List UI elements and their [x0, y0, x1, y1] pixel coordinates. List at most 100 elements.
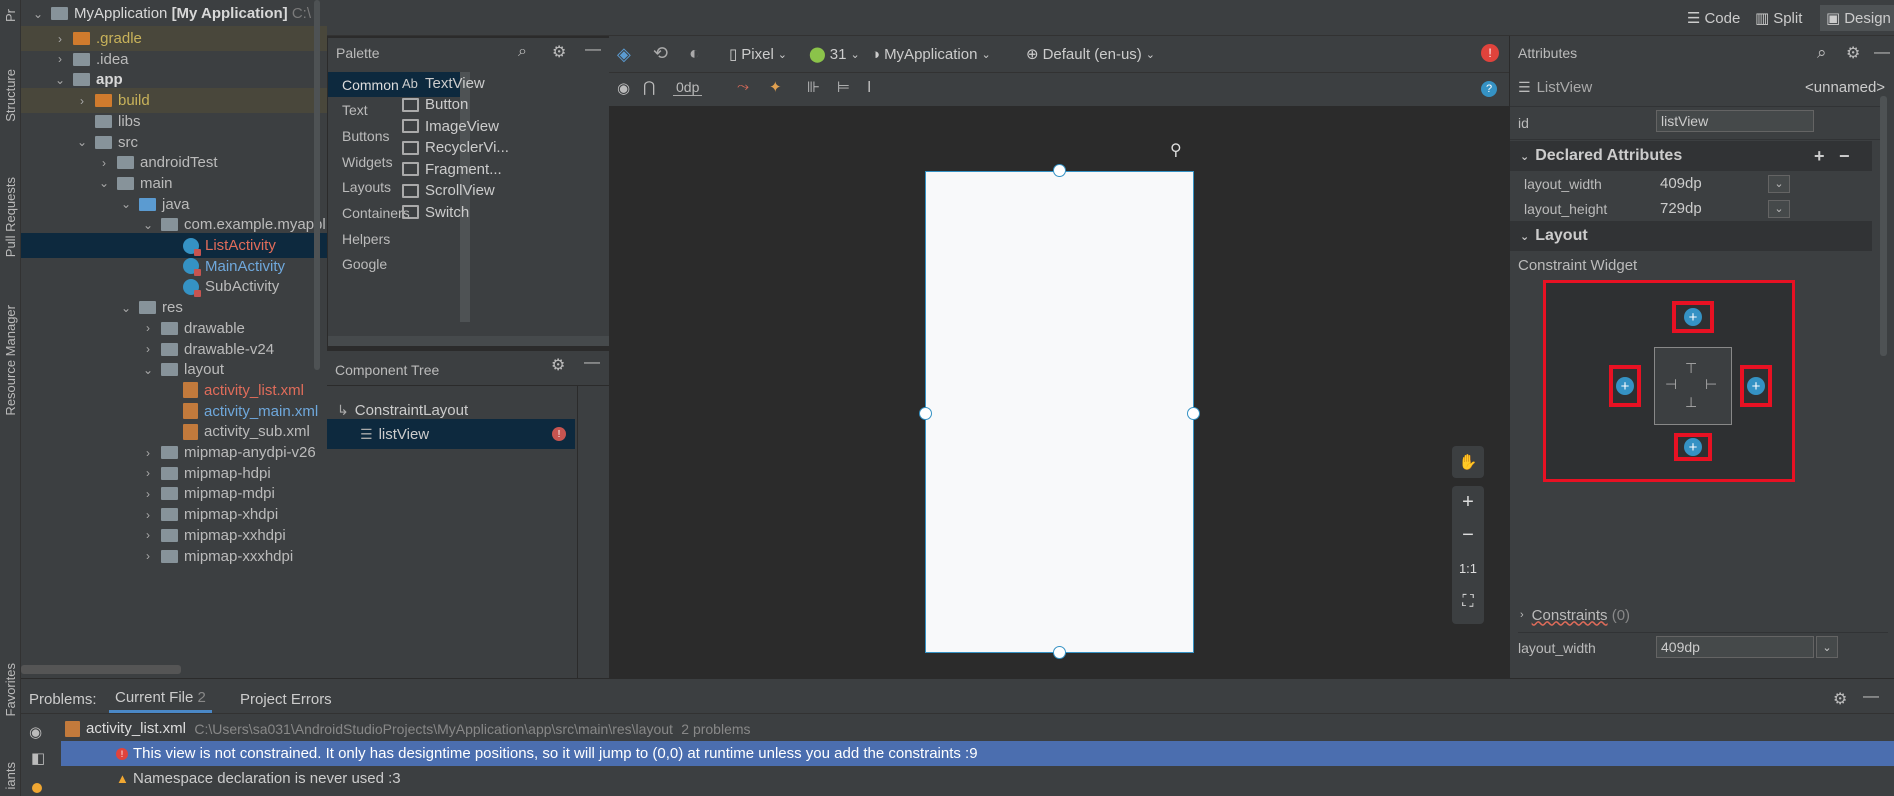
tree-root[interactable]: ⌄ MyApplication [My Application] C:\	[21, 1, 327, 26]
night-mode-icon[interactable]: ◐	[689, 43, 700, 64]
chevron-down-icon[interactable]: ⌄	[1768, 199, 1790, 218]
chevron-down-icon[interactable]: ⌄	[1816, 636, 1838, 658]
palette-category-google[interactable]: Google	[328, 252, 460, 277]
add-top-constraint-button[interactable]: +	[1672, 301, 1714, 333]
magnet-icon[interactable]: ⋂	[643, 78, 655, 96]
structure-tool-tab[interactable]: Structure	[0, 50, 21, 140]
split-view-button[interactable]: ▥ Split	[1755, 7, 1802, 29]
chevron-right-icon[interactable]: ›	[141, 446, 155, 460]
design-view-button[interactable]: ▣ Design	[1820, 5, 1894, 31]
declared-attr-row[interactable]: layout_height 729dp ⌄	[1510, 196, 1880, 221]
bottom-anchor-handle[interactable]	[1053, 646, 1066, 659]
chevron-down-icon[interactable]: ⌄	[53, 73, 67, 87]
chevron-right-icon[interactable]: ›	[141, 508, 155, 522]
error-icon[interactable]: !	[552, 427, 566, 441]
chevron-down-icon[interactable]: ⌄	[119, 301, 133, 315]
pack-icon[interactable]: ⊪	[807, 78, 820, 96]
eye-icon[interactable]: ◉	[617, 79, 630, 97]
guidelines-icon[interactable]: Ⅰ	[867, 78, 871, 96]
declared-attr-row[interactable]: layout_width 409dp ⌄	[1510, 171, 1880, 196]
add-right-constraint-button[interactable]: +	[1740, 365, 1772, 407]
top-anchor-handle[interactable]	[1053, 164, 1066, 177]
chevron-down-icon[interactable]: ⌄	[141, 218, 155, 232]
tab-current-file[interactable]: Current File 2	[109, 685, 212, 713]
add-attribute-button[interactable]: +	[1814, 146, 1825, 167]
minimize-icon[interactable]: —	[1863, 688, 1879, 706]
search-icon[interactable]: ⌕	[518, 43, 527, 61]
align-icon[interactable]: ⊨	[837, 78, 850, 96]
chevron-right-icon[interactable]: ›	[141, 487, 155, 501]
chevron-right-icon[interactable]: ›	[75, 94, 89, 108]
gear-icon[interactable]: ⚙	[551, 355, 565, 375]
search-icon[interactable]: ⌕	[1817, 43, 1827, 63]
add-bottom-constraint-button[interactable]: +	[1674, 433, 1712, 461]
project-horizontal-scrollbar[interactable]	[21, 665, 181, 674]
chevron-down-icon[interactable]: ⌄	[119, 197, 133, 211]
api-level-dropdown[interactable]: ⬤ 31 ⌄	[809, 43, 860, 65]
palette-category-helpers[interactable]: Helpers	[328, 226, 460, 251]
zoom-in-button[interactable]: +	[1452, 486, 1484, 519]
tree-item-mipmap-xxxhdpi[interactable]: › mipmap-xxxhdpi	[21, 544, 327, 569]
attributes-scrollbar[interactable]	[1880, 96, 1887, 356]
chevron-right-icon[interactable]: ›	[141, 466, 155, 480]
left-anchor-handle[interactable]	[919, 407, 932, 420]
problem-row-error[interactable]: ! This view is not constrained. It only …	[61, 741, 1894, 766]
clear-constraints-icon[interactable]: ⤳	[737, 78, 749, 95]
code-view-button[interactable]: ☰ Code	[1687, 7, 1740, 29]
chevron-right-icon[interactable]: ›	[141, 549, 155, 563]
resource-manager-tool-tab[interactable]: Resource Manager	[0, 290, 21, 430]
preview-icon[interactable]: ◧	[31, 749, 45, 767]
theme-dropdown[interactable]: ◑ MyApplication ⌄	[871, 43, 991, 65]
chevron-right-icon[interactable]: ›	[97, 156, 111, 170]
listview-preview[interactable]	[925, 171, 1194, 653]
design-canvas[interactable]: ⚲ ✋ + − 1:1 ⛶	[609, 106, 1509, 678]
chevron-right-icon[interactable]: ›	[141, 528, 155, 542]
chevron-down-icon[interactable]: ⌄	[75, 135, 89, 149]
tab-project-errors[interactable]: Project Errors	[240, 685, 332, 713]
remove-attribute-button[interactable]: −	[1839, 146, 1850, 167]
chevron-down-icon[interactable]: ⌄	[1768, 174, 1790, 193]
chevron-right-icon[interactable]: ›	[141, 342, 155, 356]
chevron-down-icon[interactable]: ⌄	[31, 7, 45, 21]
zoom-actual-button[interactable]: 1:1	[1452, 552, 1484, 585]
minimize-icon[interactable]: —	[585, 41, 601, 59]
declared-attr-value[interactable]: 409dp	[1660, 175, 1702, 192]
gear-icon[interactable]: ⚙	[1846, 43, 1860, 63]
infer-constraints-icon[interactable]: ✦	[769, 78, 782, 96]
help-icon[interactable]: ?	[1481, 81, 1497, 97]
layers-icon[interactable]: ◈	[617, 44, 631, 65]
chevron-right-icon[interactable]: ›	[141, 321, 155, 335]
chevron-right-icon[interactable]: ›	[53, 32, 67, 46]
problem-row-warning[interactable]: ▲ Namespace declaration is never used :3	[61, 766, 1894, 791]
problem-file-row[interactable]: activity_list.xml C:\Users\sa031\Android…	[65, 716, 1894, 741]
zoom-fit-button[interactable]: ⛶	[1452, 585, 1484, 618]
build-variants-tool-tab[interactable]: iants	[0, 755, 21, 796]
error-icon[interactable]: !	[1481, 44, 1499, 62]
declared-attributes-header[interactable]: ⌄ Declared Attributes + −	[1510, 141, 1872, 171]
wrench-icon[interactable]: ⚲	[1170, 140, 1182, 160]
zoom-out-button[interactable]: −	[1452, 519, 1484, 552]
locale-dropdown[interactable]: ⊕ Default (en-us) ⌄	[1026, 43, 1155, 65]
id-field[interactable]: listView	[1656, 110, 1814, 132]
tree-item-listview[interactable]: ☰ listView !	[327, 419, 575, 449]
pull-requests-tool-tab[interactable]: Pull Requests	[0, 160, 21, 275]
right-anchor-handle[interactable]	[1187, 407, 1200, 420]
gear-icon[interactable]: ⚙	[552, 42, 566, 62]
project-scrollbar[interactable]	[314, 0, 320, 370]
project-tool-tab[interactable]: Pr	[0, 0, 21, 30]
eye-icon[interactable]: ◉	[29, 723, 42, 741]
bottom-layout-width-field[interactable]: 409dp	[1656, 636, 1814, 658]
chevron-right-icon[interactable]: ›	[53, 52, 67, 66]
gear-icon[interactable]: ⚙	[1833, 689, 1847, 709]
pan-button[interactable]: ✋	[1452, 446, 1484, 478]
add-left-constraint-button[interactable]: +	[1609, 365, 1641, 407]
favorites-tool-tab[interactable]: Favorites	[0, 655, 21, 725]
layout-section-header[interactable]: ⌄ Layout	[1510, 221, 1872, 251]
palette-item-switch[interactable]: Switch	[402, 199, 469, 225]
chevron-down-icon[interactable]: ⌄	[141, 363, 155, 377]
orientation-icon[interactable]: ⟲	[653, 43, 668, 64]
constraints-row[interactable]: › Constraints (0)	[1520, 602, 1890, 628]
minimize-icon[interactable]: —	[1874, 44, 1890, 62]
minimize-icon[interactable]: —	[584, 354, 600, 372]
default-margin-field[interactable]: 0dp	[673, 79, 703, 96]
